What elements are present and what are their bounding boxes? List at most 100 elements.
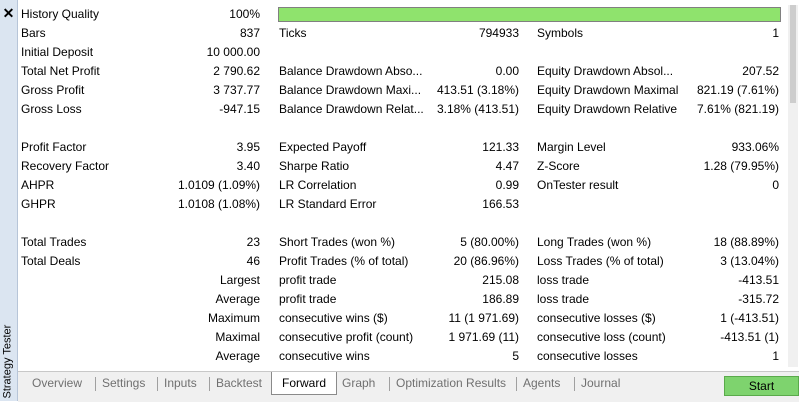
label-cell: Sharpe Ratio [279,159,350,173]
value-cell: 413.51 (3.18%) [436,83,519,97]
report-row: Total Net Profit 2 790.62 Balance Drawdown… [18,62,787,81]
value-cell: 46 [246,254,260,268]
label-cell: Profit Factor [21,140,87,154]
value-cell: 1.0108 (1.08%) [178,197,260,211]
report-row: Average consecutive wins 5 consecutive loss… [18,347,787,366]
label-cell: Total Trades [21,235,87,249]
report-row: Total Trades 23 Short Trades (won %) 5 (80.… [18,233,787,252]
value-cell: 215.08 [482,273,519,287]
report-row: Profit Factor 3.95 Expected Payoff 121.33 Ma… [18,138,787,157]
label-cell: loss trade [537,273,590,287]
label-cell: Short Trades (won %) [279,235,396,249]
history-quality-fill [279,8,780,21]
label-cell: Total Net Profit [21,64,100,78]
tab-optimization-results[interactable]: Optimization Results [396,374,506,393]
tab-inputs[interactable]: Inputs [164,374,197,393]
label-cell: consecutive wins [279,349,370,363]
label-cell: Loss Trades (% of total) [537,254,664,268]
value-cell: 121.33 [482,140,519,154]
label-cell: Average [215,349,260,363]
start-button[interactable]: Start [724,376,799,396]
value-cell: 1.28 (79.95%) [703,159,779,173]
label-cell: Equity Drawdown Absol... [537,64,674,78]
tab-graph[interactable]: Graph [342,374,375,393]
label-cell: profit trade [279,273,337,287]
value-cell: 5 (80.00%) [460,235,519,249]
label-cell: Symbols [537,26,584,40]
tab-separator [209,377,210,391]
value-cell: 207.52 [742,64,779,78]
history-quality-label: History Quality [21,7,100,21]
report-row: Bars 837 Ticks 794933 Symbols 1 [18,24,787,43]
history-quality-row: History Quality 100% [18,5,787,24]
value-cell: 3.40 [236,159,260,173]
label-cell [537,195,687,214]
value-cell: 5 [512,349,519,363]
value-cell: 1 971.69 (11) [448,330,520,344]
label-cell: consecutive losses ($) [537,311,656,325]
value-cell: 1.0109 (1.09%) [178,178,260,192]
panel-title: Strategy Tester [1,324,14,399]
value-cell: -315.72 [738,292,779,306]
report-row: AHPR 1.0109 (1.09%) LR Correlation 0.99 OnTe… [18,176,787,195]
label-cell: Maximal [215,330,260,344]
value-cell: -947.15 [219,102,260,116]
report-row: Average profit trade 186.89 loss trade -315.… [18,290,787,309]
tab-agents[interactable]: Agents [523,374,560,393]
label-cell: Balance Drawdown Maxi... [279,83,422,97]
value-cell: 2 790.62 [213,64,260,78]
close-icon[interactable]: ✕ [1,5,16,21]
label-cell: Maximum [207,311,260,325]
tab-separator [95,377,96,391]
report-row: Largest profit trade 215.08 loss trade -413.… [18,271,787,290]
label-cell: Bars [21,26,46,40]
label-cell: AHPR [21,178,55,192]
report-row: Gross Profit 3 737.77 Balance Drawdown Max… [18,81,787,100]
report-table: History Quality 100% Bars 837 Ticks 794933 S… [18,5,787,367]
report-row: Maximal consecutive profit (count) 1 971.6… [18,328,787,347]
value-cell: 3.18% (413.51) [436,102,519,116]
value-cell: 3.95 [236,140,260,154]
tab-backtest[interactable]: Backtest [216,374,262,393]
value-cell: 10 000.00 [206,45,260,59]
tab-journal[interactable]: Journal [581,374,620,393]
value-cell: 0.99 [495,178,519,192]
label-cell: Z-Score [537,159,580,173]
report-row: Total Deals 46 Profit Trades (% of total) 2… [18,252,787,271]
tab-overview[interactable]: Overview [32,374,82,393]
report-row: Gross Loss -947.15 Balance Drawdown Relat.… [18,100,787,119]
value-cell: 1 (-413.51) [720,311,779,325]
label-cell: consecutive losses [537,349,638,363]
tab-forward[interactable]: Forward [271,372,338,395]
label-cell: Recovery Factor [21,159,110,173]
label-cell: LR Standard Error [279,197,377,211]
label-cell: Profit Trades (% of total) [279,254,409,268]
report-row: GHPR 1.0108 (1.08%) LR Standard Error 166.5… [18,195,787,214]
label-cell: Total Deals [21,254,81,268]
tab-settings[interactable]: Settings [102,374,145,393]
value-cell: 3 (13.04%) [720,254,779,268]
scrollbar-thumb[interactable] [790,5,796,103]
label-cell: LR Correlation [279,178,357,192]
label-cell [537,43,687,62]
value-cell [687,43,779,62]
value-cell: 11 (1 971.69) [448,311,520,325]
tab-separator [157,377,158,391]
label-cell [279,43,429,62]
label-cell: loss trade [537,292,590,306]
label-cell: Ticks [279,26,307,40]
label-cell: Largest [219,273,260,287]
value-cell: -413.51 [738,273,779,287]
value-cell: 20 (86.96%) [453,254,519,268]
label-cell: OnTester result [537,178,619,192]
vertical-scrollbar[interactable] [788,5,798,367]
label-cell: consecutive wins ($) [279,311,388,325]
tab-bar: Overview Settings Inputs Backtest Forward Gra… [18,371,799,402]
value-cell: 0 [772,178,779,192]
value-cell: 186.89 [482,292,519,306]
value-cell: 1 [772,26,779,40]
value-cell: 4.47 [495,159,519,173]
value-cell: 1 [772,349,779,363]
value-cell: 794933 [478,26,519,40]
tab-separator [516,377,517,391]
